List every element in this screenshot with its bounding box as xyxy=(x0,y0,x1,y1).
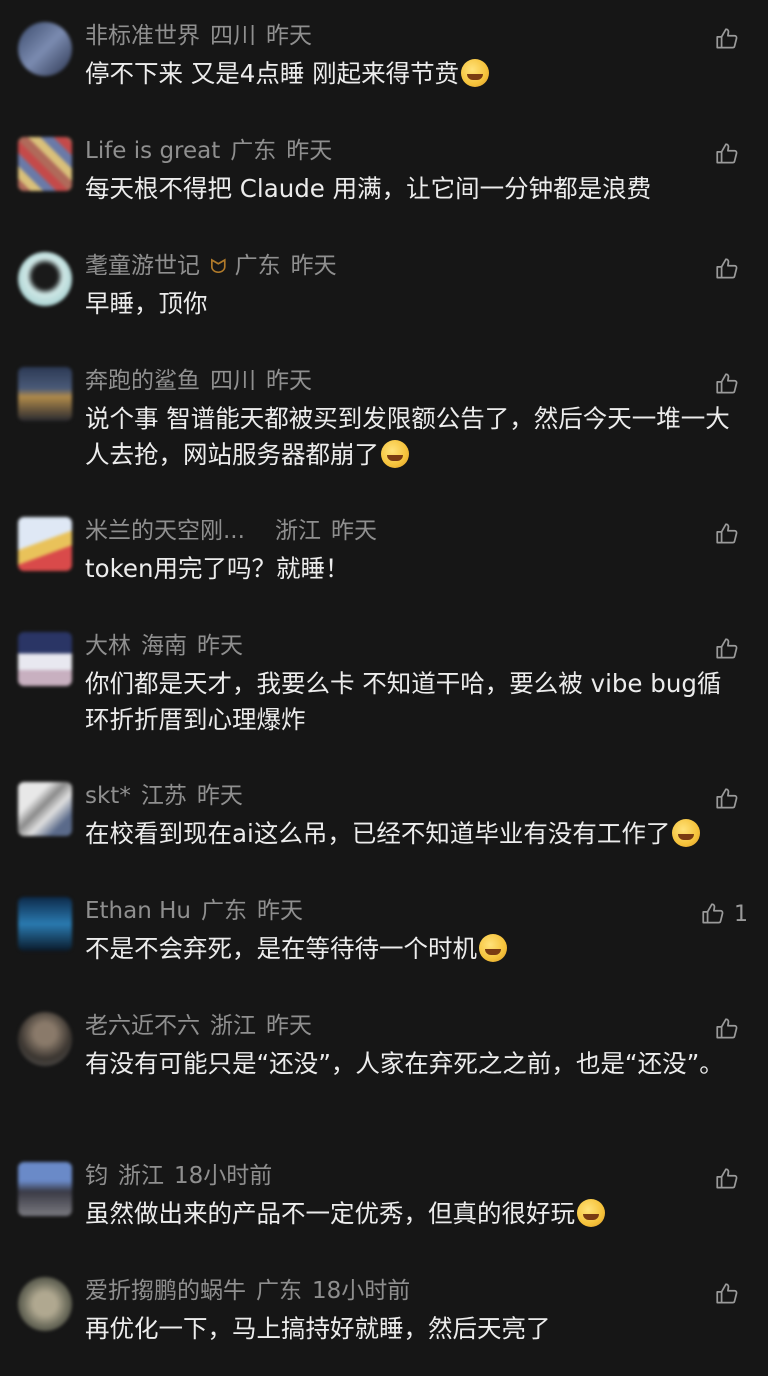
thumbs-up-icon xyxy=(716,1018,738,1039)
region: 四川 xyxy=(210,368,256,394)
thumbs-up-icon xyxy=(716,258,738,279)
avatar[interactable] xyxy=(18,1277,72,1331)
like-button[interactable] xyxy=(714,22,748,56)
username[interactable]: 老六近不六 xyxy=(85,1013,200,1039)
comment-item: 老六近不六 浙江 昨天 有没有可能只是“还没”，人家在弃死之之前，也是“还没”。 xyxy=(0,1010,768,1135)
crying-laugh-emoji xyxy=(479,934,507,962)
timestamp: 昨天 xyxy=(196,783,243,809)
timestamp: 昨天 xyxy=(197,633,243,659)
thumbs-up-icon xyxy=(716,1283,738,1304)
username[interactable]: 非标准世界 xyxy=(85,23,200,49)
region: 浙江 xyxy=(118,1163,164,1189)
region: 浙江 xyxy=(274,518,321,544)
username[interactable]: 大林 xyxy=(85,633,131,659)
avatar[interactable] xyxy=(18,252,72,306)
timestamp: 18小时前 xyxy=(174,1163,273,1189)
username[interactable]: 钧 xyxy=(85,1163,108,1189)
like-button[interactable] xyxy=(714,782,748,816)
timestamp: 昨天 xyxy=(256,898,303,924)
timestamp: 昨天 xyxy=(266,23,312,49)
timestamp: 昨天 xyxy=(330,518,377,544)
region: 广东 xyxy=(234,253,281,279)
avatar[interactable] xyxy=(18,1162,72,1216)
thumbs-up-icon xyxy=(702,903,724,924)
comment-text: 早睡，顶你 xyxy=(85,289,208,318)
avatar[interactable] xyxy=(18,137,72,191)
timestamp: 昨天 xyxy=(266,368,312,394)
comment-text: 再优化一下，马上搞持好就睡，然后天亮了 xyxy=(85,1314,551,1343)
region: 广东 xyxy=(200,898,247,924)
region: 浙江 xyxy=(210,1013,256,1039)
grin-emoji xyxy=(577,1199,605,1227)
region: 广东 xyxy=(256,1278,302,1304)
avatar[interactable] xyxy=(18,897,72,951)
thumbs-up-icon xyxy=(716,1168,738,1189)
comment-text: 有没有可能只是“还没”，人家在弃死之之前，也是“还没”。 xyxy=(85,1049,724,1078)
avatar[interactable] xyxy=(18,632,72,686)
thumbs-up-icon xyxy=(716,523,738,544)
comment-text: 停不下来 又是4点睡 刚起来得节贲 xyxy=(85,56,735,92)
username[interactable]: Ethan Hu xyxy=(85,898,191,924)
username[interactable]: Life is great xyxy=(85,138,220,164)
like-button[interactable] xyxy=(714,367,748,401)
like-button[interactable] xyxy=(714,252,748,286)
like-button[interactable] xyxy=(714,1012,748,1046)
thumbs-up-icon xyxy=(716,28,738,49)
comment-item: 米兰的天空刚... 浙江 昨天 token用完了吗？就睡！ xyxy=(0,515,768,605)
timestamp: 昨天 xyxy=(286,138,333,164)
username[interactable]: 耄童游世记 xyxy=(85,253,200,279)
username[interactable]: 米兰的天空刚... xyxy=(85,518,245,544)
comment-text: 在校看到现在ai这么吊，已经不知道毕业有没有工作了 xyxy=(85,816,735,852)
region: 海南 xyxy=(141,633,187,659)
thumbs-up-icon xyxy=(716,638,738,659)
like-button[interactable] xyxy=(714,137,748,171)
comment-text: 不是不会弃死，是在等待待一个时机 xyxy=(85,931,735,967)
comment-text: token用完了吗？就睡！ xyxy=(85,554,350,583)
comment-text: 说个事 智谱能天都被买到发限额公告了，然后今天一堆一大人去抢，网站服务器都崩了 xyxy=(85,404,730,469)
like-button[interactable] xyxy=(714,1277,748,1311)
crying-laugh-emoji xyxy=(381,440,409,468)
region: 广东 xyxy=(230,138,277,164)
like-button[interactable] xyxy=(714,517,748,551)
like-count: 1 xyxy=(734,901,748,927)
comment-text: 每天根不得把 Claude 用满，让它间一分钟都是浪费 xyxy=(85,174,652,203)
comment-item: 非标准世界 四川 昨天 停不下来 又是4点睡 刚起来得节贲 xyxy=(0,20,768,110)
timestamp: 昨天 xyxy=(290,253,337,279)
thumbs-up-icon xyxy=(716,373,738,394)
comment-item: 爱折搊鹏的蜗牛 广东 18小时前 再优化一下，马上搞持好就睡，然后天亮了 xyxy=(0,1275,768,1365)
comment-item: skt* 江苏 昨天 在校看到现在ai这么吊，已经不知道毕业有没有工作了 xyxy=(0,780,768,870)
avatar[interactable] xyxy=(18,782,72,836)
crying-laugh-emoji xyxy=(461,59,490,87)
comment-item: 大林 海南 昨天 你们都是天才，我要么卡 不知道干哈，要么被 vibe bug循环折… xyxy=(0,630,768,755)
comment-text: 虽然做出来的产品不一定优秀，但真的很好玩 xyxy=(85,1196,735,1232)
avatar[interactable] xyxy=(18,367,72,421)
comment-item: 奔跑的鲨鱼 四川 昨天 说个事 智谱能天都被买到发限额公告了，然后今天一堆一大人去抢… xyxy=(0,365,768,490)
avatar[interactable] xyxy=(18,517,72,571)
thumbs-up-icon xyxy=(716,788,738,809)
comment-item: 耄童游世记 ᗢ 广东 昨天 早睡，顶你 xyxy=(0,250,768,340)
like-button[interactable] xyxy=(714,1162,748,1196)
thumbs-up-icon xyxy=(716,143,738,164)
comment-text: 你们都是天才，我要么卡 不知道干哈，要么被 vibe bug循环折折厝到心理爆炸 xyxy=(85,669,722,734)
badge-icon: ᗢ xyxy=(210,254,227,278)
comment-item: Life is great 广东 昨天 每天根不得把 Claude 用满，让它间一分… xyxy=(0,135,768,225)
region: 江苏 xyxy=(140,783,187,809)
comment-item: 钧浙江 18小时前 虽然做出来的产品不一定优秀，但真的很好玩 xyxy=(0,1160,768,1250)
like-button[interactable]: 1 xyxy=(700,897,748,931)
like-button[interactable] xyxy=(714,632,748,666)
timestamp: 昨天 xyxy=(266,1013,312,1039)
timestamp: 18小时前 xyxy=(312,1278,411,1304)
avatar[interactable] xyxy=(18,22,72,76)
username[interactable]: 爱折搊鹏的蜗牛 xyxy=(85,1278,246,1304)
username[interactable]: 奔跑的鲨鱼 xyxy=(85,368,200,394)
shocked-emoji xyxy=(672,819,701,847)
username[interactable]: skt* xyxy=(85,783,131,809)
comment-item: Ethan Hu 广东 昨天 不是不会弃死，是在等待待一个时机 1 xyxy=(0,895,768,985)
avatar[interactable] xyxy=(18,1012,72,1066)
region: 四川 xyxy=(210,23,256,49)
